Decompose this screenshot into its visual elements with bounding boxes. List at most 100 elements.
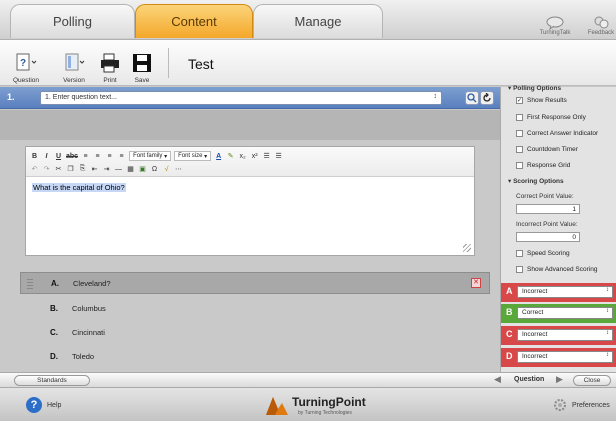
- correct-answer-indicator-option[interactable]: Correct Answer Indicator: [516, 130, 598, 137]
- answer-row-c[interactable]: C. Cincinnati: [20, 322, 490, 344]
- checkbox-icon[interactable]: [516, 250, 523, 257]
- bullet-list-icon[interactable]: ☰: [262, 151, 271, 161]
- tab-polling[interactable]: Polling: [10, 4, 135, 38]
- font-size-select[interactable]: Font size ▾: [174, 151, 212, 161]
- delete-answer-icon[interactable]: ✕: [471, 278, 481, 288]
- correct-point-input[interactable]: 1: [516, 204, 580, 214]
- answer-row-d[interactable]: D. Toledo: [20, 346, 490, 368]
- tab-polling-label: Polling: [52, 14, 93, 29]
- highlight-color-icon[interactable]: ✎: [226, 151, 235, 161]
- gear-icon[interactable]: [553, 398, 567, 412]
- first-response-only-option[interactable]: First Response Only: [516, 114, 586, 121]
- answer-row-a[interactable]: A. Cleveland? ✕: [20, 272, 490, 294]
- special-char-icon[interactable]: Ω: [150, 164, 159, 174]
- correctness-value: Incorrect: [522, 288, 548, 295]
- correctness-select-c[interactable]: Incorrect ↕: [517, 329, 613, 341]
- drag-handle-icon[interactable]: [27, 277, 33, 289]
- correctness-row-d: D Incorrect ↕: [500, 348, 616, 367]
- countdown-timer-option[interactable]: Countdown Timer: [516, 146, 578, 153]
- checkbox-icon[interactable]: [516, 130, 523, 137]
- print-label: Print: [103, 77, 117, 84]
- feedback-label: Feedback: [587, 30, 615, 36]
- checkbox-checked-icon[interactable]: ✓: [516, 97, 523, 104]
- horizontal-rule-icon[interactable]: —: [114, 164, 123, 174]
- refresh-button[interactable]: [480, 91, 494, 105]
- response-grid-option[interactable]: Response Grid: [516, 162, 570, 169]
- question-select[interactable]: 1. Enter question text... ↕: [40, 91, 442, 105]
- correctness-select-d[interactable]: Incorrect ↕: [517, 351, 613, 363]
- table-icon[interactable]: ▦: [126, 164, 135, 174]
- show-results-option[interactable]: ✓ Show Results: [516, 97, 567, 104]
- show-advanced-scoring-option[interactable]: Show Advanced Scoring: [516, 266, 597, 273]
- incorrect-point-input[interactable]: 0: [516, 232, 580, 242]
- help-icon[interactable]: ?: [26, 397, 42, 413]
- polling-options-header[interactable]: ▾ Polling Options: [508, 84, 561, 92]
- redo-icon[interactable]: ↷: [42, 164, 51, 174]
- correctness-row-a: A Incorrect ↕: [500, 283, 616, 302]
- answer-letter: A.: [51, 279, 59, 288]
- version-button[interactable]: Version: [56, 44, 92, 84]
- answer-text[interactable]: Toledo: [72, 352, 94, 361]
- copy-icon[interactable]: ❐: [66, 164, 75, 174]
- search-button[interactable]: [465, 91, 479, 105]
- previous-arrow-icon[interactable]: ◀: [494, 374, 501, 385]
- align-justify-icon[interactable]: ≡: [117, 151, 126, 161]
- paste-icon[interactable]: ⎘: [78, 164, 87, 174]
- tab-content-label: Content: [171, 14, 217, 29]
- chevron-updown-icon: ↕: [606, 308, 609, 314]
- answer-letter: B.: [50, 304, 58, 313]
- help-label[interactable]: Help: [47, 402, 61, 409]
- standards-button[interactable]: Standards: [14, 375, 90, 386]
- align-left-icon[interactable]: ≡: [81, 151, 90, 161]
- checkbox-icon[interactable]: [516, 266, 523, 273]
- text-color-icon[interactable]: A: [214, 151, 223, 161]
- question-button[interactable]: ? Question: [8, 44, 44, 84]
- indent-icon[interactable]: ⇥: [102, 164, 111, 174]
- checkbox-icon[interactable]: [516, 114, 523, 121]
- underline-button[interactable]: U: [54, 151, 63, 161]
- print-button[interactable]: Print: [92, 44, 128, 84]
- tab-content[interactable]: Content: [135, 4, 253, 38]
- turningtalk-button[interactable]: TurningTalk: [530, 0, 580, 40]
- correctness-select-b[interactable]: Correct ↕: [517, 307, 613, 319]
- outdent-icon[interactable]: ⇤: [90, 164, 99, 174]
- strikethrough-button[interactable]: abc: [66, 151, 78, 161]
- image-icon[interactable]: ▣: [138, 164, 147, 174]
- answer-text[interactable]: Columbus: [72, 304, 106, 313]
- turningtalk-icon: [546, 16, 564, 30]
- superscript-icon[interactable]: x²: [250, 151, 259, 161]
- checkbox-icon[interactable]: [516, 146, 523, 153]
- numbered-list-icon[interactable]: ☰: [274, 151, 283, 161]
- more-icon[interactable]: ⋯: [174, 164, 183, 174]
- chevron-updown-icon: ↕: [606, 352, 609, 358]
- undo-icon[interactable]: ↶: [30, 164, 39, 174]
- correctness-select-a[interactable]: Incorrect ↕: [517, 286, 613, 298]
- answer-text[interactable]: Cincinnati: [72, 328, 105, 337]
- checkbox-icon[interactable]: [516, 162, 523, 169]
- close-button[interactable]: Close: [573, 375, 611, 386]
- answer-letter: C.: [50, 328, 58, 337]
- next-arrow-icon[interactable]: ▶: [556, 374, 563, 385]
- subscript-icon[interactable]: x₂: [238, 151, 247, 161]
- align-right-icon[interactable]: ≡: [105, 151, 114, 161]
- bold-button[interactable]: B: [30, 151, 39, 161]
- chevron-down-icon: ↕: [433, 93, 438, 100]
- correctness-row-b: B Correct ↕: [500, 304, 616, 323]
- tab-manage[interactable]: Manage: [253, 4, 383, 38]
- italic-button[interactable]: I: [42, 151, 51, 161]
- align-center-icon[interactable]: ≡: [93, 151, 102, 161]
- speed-scoring-option[interactable]: Speed Scoring: [516, 250, 570, 257]
- feedback-button[interactable]: Feedback: [576, 0, 616, 40]
- answer-text[interactable]: Cleveland?: [73, 279, 111, 288]
- preferences-label[interactable]: Preferences: [572, 402, 610, 409]
- cut-icon[interactable]: ✂: [54, 164, 63, 174]
- resize-grip-icon[interactable]: [463, 244, 471, 252]
- font-family-select[interactable]: Font family ▾: [129, 151, 172, 161]
- scoring-options-header[interactable]: ▾ Scoring Options: [508, 177, 564, 185]
- correctness-value: Incorrect: [522, 331, 548, 338]
- answer-row-b[interactable]: B. Columbus: [20, 298, 490, 320]
- question-text-editor[interactable]: B I U abc ≡ ≡ ≡ ≡ Font family ▾ Font siz…: [25, 146, 475, 256]
- question-text[interactable]: What is the capital of Ohio?: [32, 183, 126, 192]
- equation-icon[interactable]: √: [162, 164, 171, 174]
- save-button[interactable]: Save: [124, 44, 160, 84]
